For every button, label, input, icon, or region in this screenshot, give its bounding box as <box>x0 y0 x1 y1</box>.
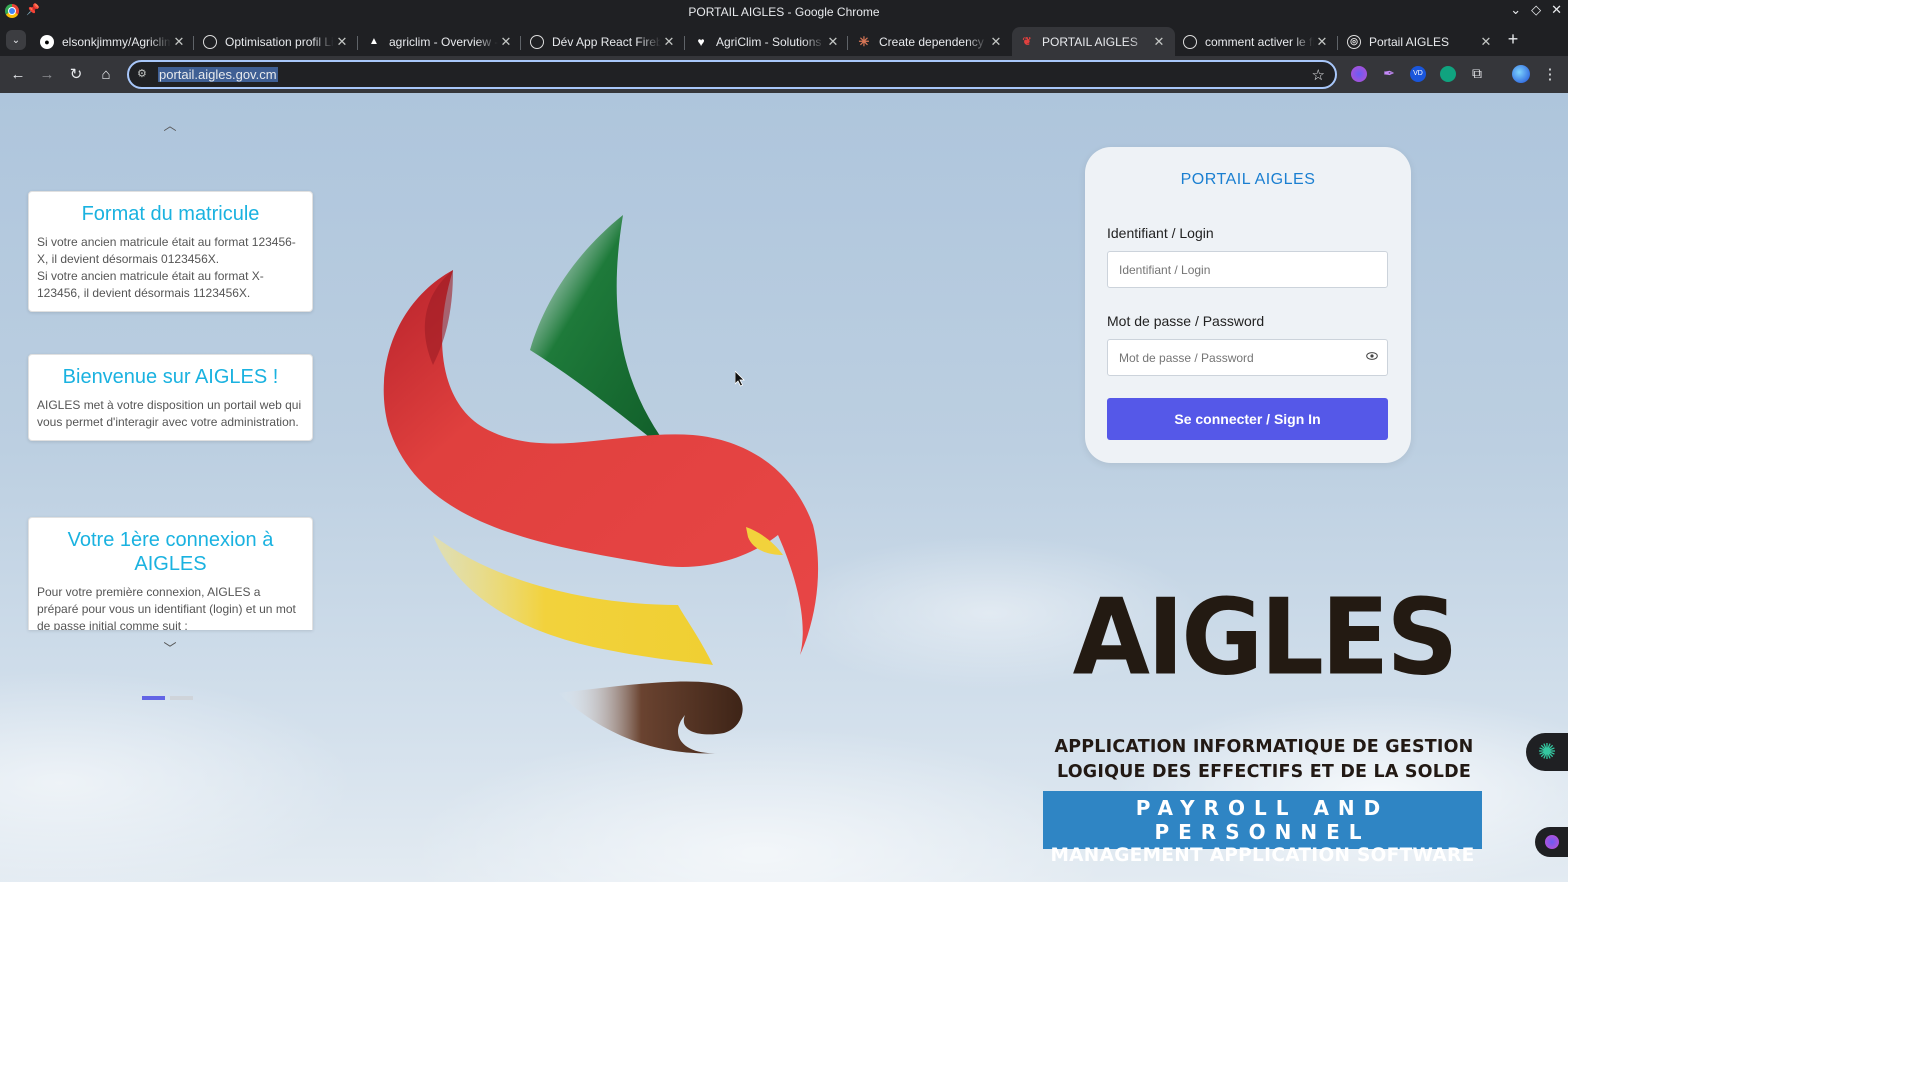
page-content: ︿ Format du matricule Si votre ancien ma… <box>0 93 1568 882</box>
login-input[interactable] <box>1107 251 1388 288</box>
reload-icon[interactable]: ↻ <box>66 65 86 85</box>
tab-label: Optimisation profil LinkedIn <box>225 34 334 49</box>
vercel-icon: ▲ <box>369 36 379 47</box>
url-text[interactable]: portail.aigles.gov.cm <box>158 67 278 82</box>
info-card-text: AIGLES met à votre disposition un portai… <box>37 398 302 429</box>
info-card-text: Pour votre première connexion, AIGLES a … <box>37 585 296 630</box>
brand-tagline-fr-line2: LOGIQUE DES EFFECTIFS ET DE LA SOLDE <box>1056 762 1471 782</box>
tab-label: Create dependency map <box>879 34 988 49</box>
tab-label: comment activer le fichier <box>1205 34 1314 49</box>
more-menu-icon[interactable]: ⋮ <box>1540 65 1560 85</box>
close-icon[interactable]: ✕ <box>334 34 350 50</box>
tab[interactable]: Optimisation profil LinkedIn ✕ <box>195 27 358 56</box>
back-icon[interactable]: ← <box>8 65 28 85</box>
home-icon[interactable]: ⌂ <box>96 65 116 85</box>
brand-tagline-en-box: PAYROLL AND PERSONNEL MANAGEMENT APPLICA… <box>1043 791 1482 866</box>
tab[interactable]: ● elsonkjimmy/Agriclim ✕ <box>32 27 195 56</box>
close-icon[interactable]: ✕ <box>661 34 677 50</box>
site-info-icon[interactable]: ⚙ <box>137 67 147 80</box>
bookmark-star-icon[interactable]: ☆ <box>1312 66 1325 84</box>
tab[interactable]: ♥ AgriClim - Solutions Innovantes ✕ <box>686 27 849 56</box>
mouse-cursor-icon <box>735 371 745 387</box>
brand-wordmark: AIGLES <box>1072 576 1459 699</box>
window-title: PORTAIL AIGLES - Google Chrome <box>688 4 880 19</box>
sign-in-button[interactable]: Se connecter / Sign In <box>1107 398 1388 440</box>
info-card-title: Format du matricule <box>81 203 260 225</box>
heart-icon: ♥ <box>697 34 705 49</box>
carousel-up-icon[interactable]: ︿ <box>162 115 178 133</box>
minimize-icon[interactable]: ⌄ <box>1510 2 1521 18</box>
info-card-text: Si votre ancien matricule était au forma… <box>37 269 264 300</box>
chrome-logo-icon <box>5 4 19 18</box>
show-password-eye-icon[interactable] <box>1366 350 1378 362</box>
tab-strip: ⌄ ● elsonkjimmy/Agriclim ✕ Optimisation … <box>0 23 1568 56</box>
chatgpt-extension-icon[interactable] <box>1440 66 1456 82</box>
tab-search-button[interactable]: ⌄ <box>6 30 26 50</box>
tab[interactable]: Dév App React Firebase ✕ <box>522 27 685 56</box>
extensions-puzzle-icon[interactable]: ⧉ <box>1469 65 1485 81</box>
tab-active[interactable]: ❦ PORTAIL AIGLES ✕ <box>1012 27 1175 56</box>
close-icon[interactable]: ✕ <box>1478 34 1494 50</box>
login-card: PORTAIL AIGLES Identifiant / Login Mot d… <box>1085 147 1411 463</box>
info-card-text: Si votre ancien matricule était au forma… <box>37 235 296 266</box>
info-card: Votre 1ère connexion à AIGLES Pour votre… <box>28 517 313 630</box>
profile-avatar[interactable] <box>1512 65 1530 83</box>
tab-label: AgriClim - Solutions Innovantes <box>716 34 825 49</box>
aigles-eagle-logo <box>383 215 819 754</box>
claude-icon: ✳ <box>858 33 870 49</box>
browser-toolbar: ← → ↻ ⌂ ⚙ portail.aigles.gov.cm ☆ ✒ VD ⧉… <box>0 56 1568 93</box>
info-card-title: Bienvenue sur AIGLES ! <box>62 366 279 388</box>
password-field-wrapper <box>1085 339 1411 376</box>
close-icon[interactable]: ✕ <box>171 34 187 50</box>
carousel-dot-active[interactable] <box>142 696 165 700</box>
github-icon: ● <box>40 34 54 49</box>
tab[interactable]: ◎ Portail AIGLES ✕ <box>1339 27 1502 56</box>
close-icon[interactable]: ✕ <box>1314 34 1330 50</box>
tab-label: PORTAIL AIGLES <box>1042 34 1138 49</box>
carousel-down-icon[interactable]: ﹀ <box>162 638 178 656</box>
brand-tagline-en-line2: MANAGEMENT APPLICATION SOFTWARE <box>1050 845 1475 866</box>
tab[interactable]: comment activer le fichier ✕ <box>1175 27 1338 56</box>
close-icon[interactable]: ✕ <box>988 34 1004 50</box>
login-title: PORTAIL AIGLES <box>1180 171 1316 188</box>
openai-icon <box>530 34 544 49</box>
password-input[interactable] <box>1107 339 1388 376</box>
close-icon[interactable]: ✕ <box>825 34 841 50</box>
close-icon[interactable]: ✕ <box>498 34 514 50</box>
assistant-icon <box>1544 835 1559 849</box>
tab-label: Portail AIGLES <box>1369 34 1450 49</box>
carousel-pagination <box>142 696 193 700</box>
tab[interactable]: ▲ agriclim - Overview - Vercel ✕ <box>359 27 522 56</box>
aigles-icon: ❦ <box>1022 36 1032 48</box>
new-tab-button[interactable]: + <box>1504 30 1522 49</box>
info-card-title: Votre 1ère connexion à AIGLES <box>67 529 274 575</box>
brand-tagline-fr-line1: APPLICATION INFORMATIQUE DE GESTION <box>1054 737 1474 757</box>
pen-extension-icon[interactable]: ✒ <box>1381 65 1397 81</box>
tab[interactable]: ✳ Create dependency map ✕ <box>849 27 1012 56</box>
carousel-dot[interactable] <box>170 696 193 700</box>
vpn-extension-icon[interactable]: VD <box>1410 66 1426 82</box>
close-icon[interactable]: ✕ <box>1151 34 1167 50</box>
login-field-label: Identifiant / Login <box>1107 225 1214 241</box>
assistant-sidebar-button[interactable] <box>1535 827 1568 857</box>
address-bar[interactable]: ⚙ portail.aigles.gov.cm ☆ <box>127 60 1337 89</box>
window-titlebar: 📌 PORTAIL AIGLES - Google Chrome ⌄ ◇ ✕ <box>0 0 1568 23</box>
tab-label: elsonkjimmy/Agriclim <box>62 34 171 49</box>
brand-tagline-en-line1: PAYROLL AND PERSONNEL <box>1135 796 1390 844</box>
restore-icon[interactable]: ◇ <box>1531 2 1541 18</box>
info-card: Bienvenue sur AIGLES ! AIGLES met à votr… <box>28 354 313 441</box>
openai-icon <box>203 34 217 49</box>
extension-icon[interactable] <box>1351 66 1367 82</box>
close-window-icon[interactable]: ✕ <box>1551 2 1562 18</box>
chatgpt-sidebar-button[interactable]: ✺ <box>1526 733 1568 771</box>
info-card: Format du matricule Si votre ancien matr… <box>28 191 313 312</box>
globe-icon: ◎ <box>1347 34 1361 49</box>
openai-icon <box>1183 34 1197 49</box>
tab-label: Dév App React Firebase <box>552 34 661 49</box>
password-field-label: Mot de passe / Password <box>1107 313 1265 329</box>
pin-icon[interactable]: 📌 <box>26 3 40 16</box>
forward-icon[interactable]: → <box>37 65 57 85</box>
window-controls: ⌄ ◇ ✕ <box>1510 2 1562 18</box>
tab-label: agriclim - Overview - Vercel <box>389 34 498 49</box>
